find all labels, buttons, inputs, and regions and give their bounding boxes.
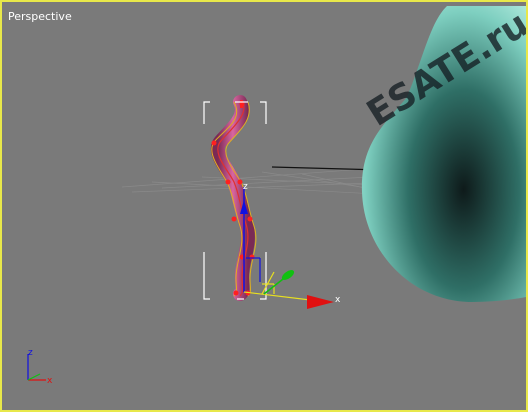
perspective-viewport[interactable]: Perspective z x z x ESATE.ru <box>0 0 528 412</box>
transform-gizmo[interactable] <box>240 187 334 309</box>
tripod-x-label: x <box>47 376 53 386</box>
gizmo-z-label: z <box>243 182 248 192</box>
bent-tube-object[interactable] <box>210 95 257 301</box>
gizmo-x-label: x <box>335 295 341 305</box>
tripod-z-label: z <box>28 348 33 358</box>
